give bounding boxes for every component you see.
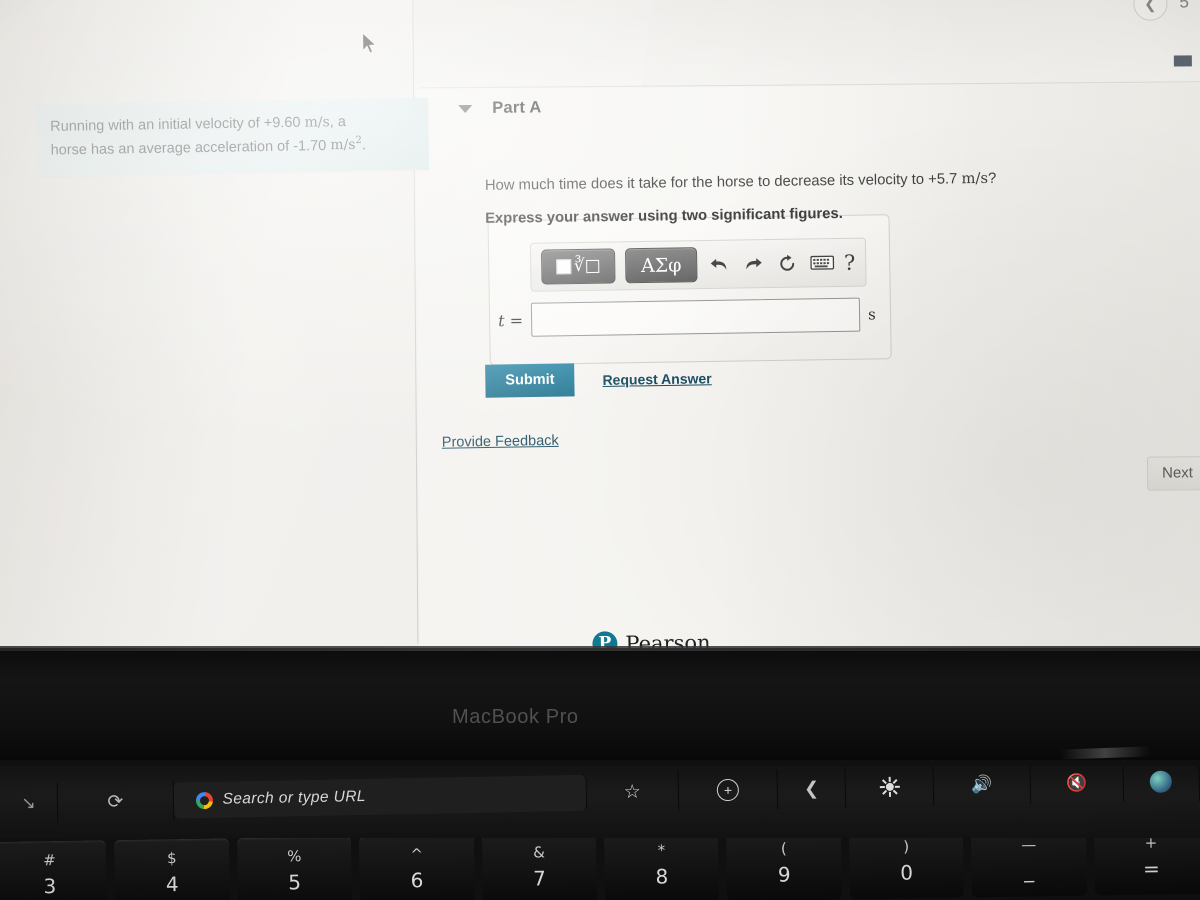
keyboard-key[interactable]: — _ [971, 838, 1087, 898]
keyboard-key[interactable]: & 7 [481, 838, 598, 900]
statement-unit-2: m/s2 [330, 135, 362, 154]
question-text-a: How much time does it take for the horse… [484, 171, 958, 194]
request-answer-link[interactable]: Request Answer [602, 370, 711, 388]
keyboard-row: #3 $4% 5 ^ 6 & 7 * 8(9) 0— _ + = [0, 838, 1200, 900]
greek-letters-button[interactable]: ΑΣφ [624, 247, 698, 284]
key-main-label: 0 [900, 860, 914, 885]
answer-variable-label: t = [497, 310, 524, 330]
keyboard-key[interactable]: ^ 6 [359, 838, 475, 900]
key-main-label: 9 [777, 862, 791, 887]
triangle-down-icon[interactable] [458, 104, 473, 113]
provide-feedback-link[interactable]: Provide Feedback [442, 433, 559, 451]
key-shift-label: & [533, 843, 546, 862]
key-main-label: 7 [532, 866, 547, 891]
screenshot-root: Running with an initial velocity of +9.6… [0, 0, 1200, 900]
touch-bar: ↘ ⟳ Search or type URL ☆ + ❮ 🔊 🔇 [0, 766, 1200, 838]
question-block: How much time does it take for the horse… [484, 169, 1025, 227]
keyboard-key[interactable]: + = [1093, 838, 1200, 896]
keyboard-key[interactable]: * 8 [603, 838, 720, 900]
statement-text-line2: horse has an average acceleration of -1.… [50, 137, 327, 159]
brightness-sun-icon[interactable] [845, 766, 935, 808]
question-unit: m/s [961, 169, 989, 188]
keyboard-key[interactable]: ) 0 [848, 838, 965, 900]
answer-input-row: t = s [498, 297, 882, 337]
key-main-label: _ [1023, 858, 1035, 883]
key-shift-label: ( [780, 839, 787, 858]
statement-unit-2-base: m/s [330, 137, 356, 154]
volume-up-icon[interactable]: 🔊 [933, 766, 1032, 807]
radical-glyph: ∛□ [573, 255, 601, 277]
undo-arrow-icon[interactable] [707, 255, 731, 273]
reload-icon[interactable]: ⟳ [57, 780, 174, 823]
volume-mute-icon[interactable]: 🔇 [1030, 766, 1124, 805]
siri-orb-icon[interactable] [1123, 766, 1200, 803]
key-main-label: 6 [410, 868, 424, 893]
key-shift-label: ) [903, 838, 910, 856]
escape-arrow-icon[interactable]: ↘ [0, 782, 59, 824]
page-top-strip [414, 0, 1200, 90]
star-icon[interactable]: ☆ [586, 770, 680, 813]
key-main-label: 5 [288, 870, 302, 895]
key-shift-label: * [657, 841, 666, 860]
key-main-label: 3 [43, 873, 57, 899]
answer-panel: ∛□ ΑΣφ ? t = s [487, 214, 892, 366]
macbook-model-label: MacBook Pro [452, 706, 579, 728]
problem-statement: Running with an initial velocity of +9.6… [35, 97, 430, 177]
statement-line2-end: . [361, 137, 367, 154]
answer-unit-label: s [867, 305, 876, 324]
question-text-b: ? [987, 170, 997, 187]
laptop-screen: Running with an initial velocity of +9.6… [0, 0, 1200, 672]
reset-circular-arrow-icon[interactable] [775, 253, 799, 273]
keyboard-icon[interactable] [809, 255, 834, 270]
keyboard-key[interactable]: $4 [114, 838, 230, 900]
math-toolbar: ∛□ ΑΣφ ? [529, 237, 867, 292]
next-button[interactable]: Next [1146, 456, 1200, 491]
template-box-glyph [555, 259, 571, 275]
plus-circle-icon[interactable]: + [678, 769, 779, 811]
key-shift-label: $ [166, 849, 177, 868]
touchbar-search-field[interactable]: Search or type URL [173, 774, 587, 819]
statement-line1-end: , a [329, 113, 346, 131]
laptop-lower-bezel [0, 648, 1200, 760]
key-main-label: 4 [165, 872, 179, 897]
answer-actions: Submit Request Answer [485, 361, 712, 398]
key-shift-label: % [286, 847, 302, 866]
right-edge-widget[interactable] [1173, 55, 1192, 67]
google-g-icon [195, 791, 213, 809]
plus-glyph: + [716, 778, 740, 802]
statement-unit-1: m/s [304, 114, 330, 131]
key-main-label: = [1142, 856, 1160, 881]
key-shift-label: # [43, 851, 56, 870]
keyboard-key[interactable]: (9 [726, 838, 842, 900]
submit-button[interactable]: Submit [485, 363, 575, 398]
item-number-label: 5 [1179, 0, 1189, 12]
answer-input[interactable] [530, 297, 861, 337]
touchbar-search-placeholder: Search or type URL [222, 787, 367, 808]
help-question-icon[interactable]: ? [844, 250, 856, 274]
key-shift-label: — [1020, 838, 1037, 854]
part-title: Part A [492, 98, 542, 117]
statement-text-line1: Running with an initial velocity of +9.6… [50, 114, 301, 135]
redo-arrow-icon[interactable] [741, 255, 765, 273]
part-a-header[interactable]: Part A [458, 98, 541, 118]
keyboard-key[interactable]: #3 [0, 840, 108, 900]
template-root-icon[interactable]: ∛□ [540, 248, 616, 285]
key-main-label: 8 [655, 864, 669, 889]
mouse-cursor-icon [362, 31, 378, 60]
chevron-left-icon-touchbar[interactable]: ❮ [777, 767, 847, 810]
siri-glyph [1149, 770, 1173, 793]
key-shift-label: ^ [410, 845, 424, 864]
screen-bezel-edge [0, 646, 1200, 651]
sun-glyph [879, 776, 900, 797]
key-shift-label: + [1144, 838, 1158, 852]
keyboard-key[interactable]: % 5 [236, 838, 353, 900]
